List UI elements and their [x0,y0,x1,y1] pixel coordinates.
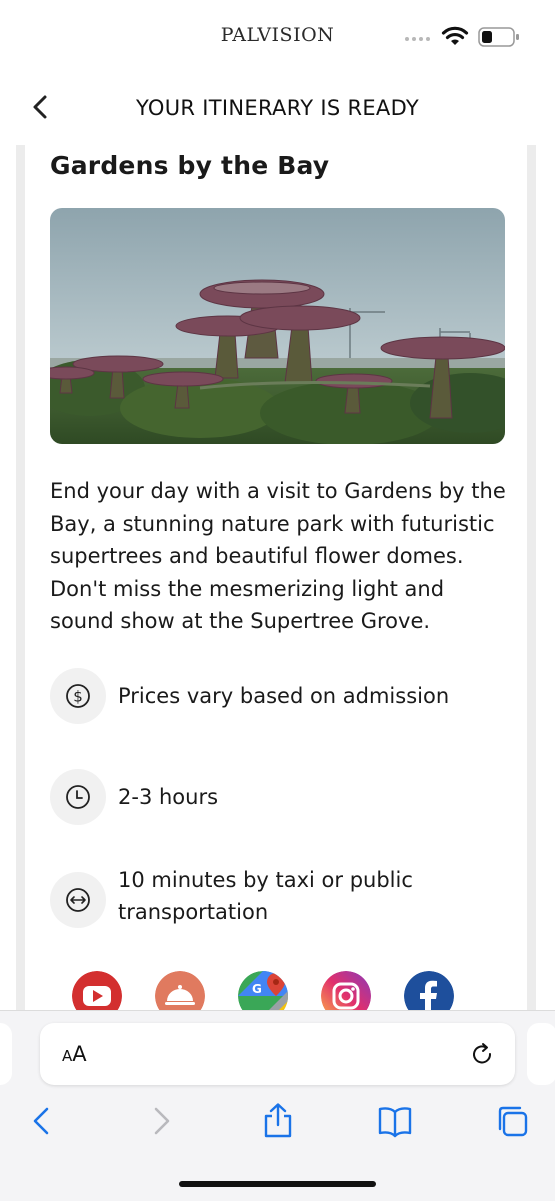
previous-tab-preview[interactable] [0,1023,12,1085]
google-maps-icon[interactable]: G [238,971,288,1015]
battery-icon [478,27,519,47]
app-links: G [72,971,512,1015]
distance-icon [50,872,106,928]
place-photo [50,208,505,444]
place-description: End your day with a visit to Gardens by … [50,479,506,633]
reload-icon[interactable] [470,1042,496,1068]
browser-back-icon[interactable] [24,1103,60,1139]
bookmarks-icon[interactable] [377,1103,413,1139]
browser-forward-icon[interactable] [143,1103,179,1139]
dollar-icon: $ [50,668,106,724]
wifi-icon [441,26,469,45]
reader-options-button[interactable]: AA [62,1042,87,1066]
svg-text:G: G [252,982,262,996]
page-header: YOUR ITINERARY IS READY [0,82,555,134]
address-bar[interactable]: AA [40,1023,515,1085]
youtube-icon[interactable] [72,971,122,1015]
share-icon[interactable] [260,1103,296,1139]
transport-text: 10 minutes by taxi or public transportat… [118,868,413,924]
place-title: Gardens by the Bay [50,151,330,180]
instagram-icon[interactable] [321,971,371,1015]
browser-toolbar: AA [0,1010,555,1201]
svg-text:$: $ [73,688,83,706]
status-bar: PALVISION [0,0,555,70]
price-text: Prices vary based on admission [118,684,450,708]
next-tab-preview[interactable] [527,1023,555,1085]
home-indicator [179,1181,376,1187]
card-edge-right [527,145,536,1015]
signal-icon [405,37,430,41]
place-card[interactable]: Gardens by the Bay End your day with a v… [25,145,527,1015]
restaurant-icon[interactable] [155,971,205,1015]
page-title: YOUR ITINERARY IS READY [135,96,420,120]
facebook-icon[interactable] [404,971,454,1015]
card-edge-left [16,145,25,1015]
brand-logo: PALVISION [220,24,335,46]
clock-icon [50,769,106,825]
tabs-icon[interactable] [494,1103,530,1139]
duration-text: 2-3 hours [118,785,219,809]
